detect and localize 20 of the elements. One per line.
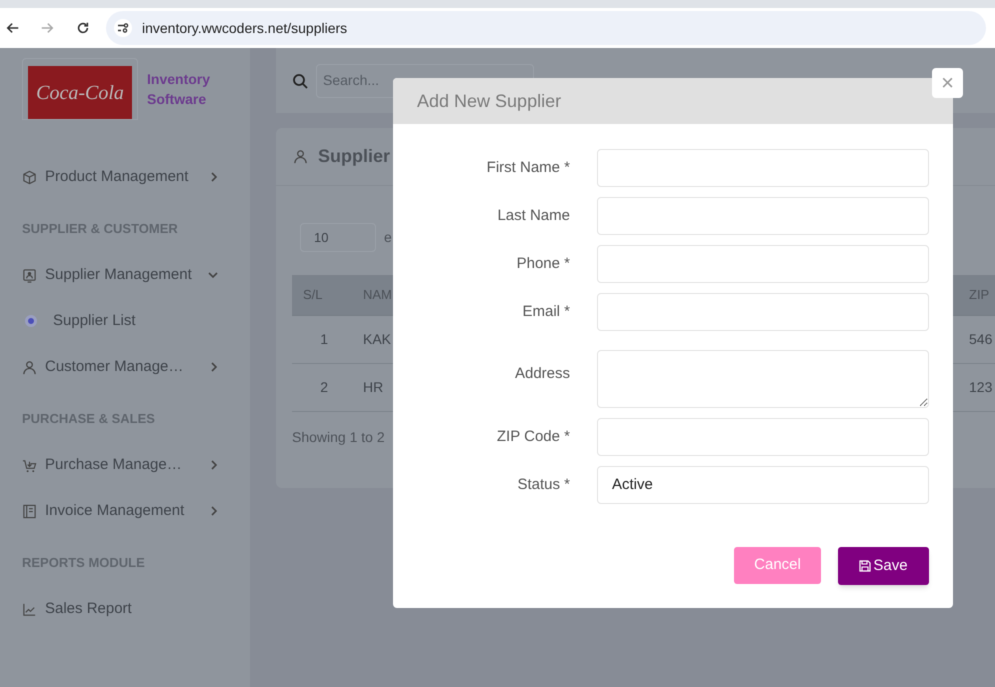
modal-title: Add New Supplier — [417, 90, 562, 113]
table-cell: 1 — [320, 331, 328, 347]
table-cell: 2 — [320, 379, 328, 395]
page-size-text: e — [384, 228, 392, 247]
field-label: Email * — [521, 302, 570, 322]
card-title: Supplier — [318, 145, 390, 168]
table-cell: KAK — [363, 331, 392, 347]
field-label: Phone * — [516, 254, 570, 274]
field-label: Status * — [516, 474, 570, 495]
table-cell: 123 — [969, 379, 992, 395]
brand-name: Inventory Software — [147, 70, 210, 109]
table-cell: HR — [363, 379, 384, 395]
field-label: Address — [514, 364, 570, 384]
url-text: inventory.wwcoders.net/suppliers — [142, 18, 348, 38]
field-label: Last Name — [496, 206, 570, 226]
field-label: ZIP Code * — [496, 426, 570, 447]
logo: Coca-Cola — [22, 58, 138, 120]
table-info: Showing 1 to 2 — [292, 429, 385, 445]
field-label: First Name * — [486, 158, 570, 178]
table-cell: 546 — [969, 331, 992, 347]
